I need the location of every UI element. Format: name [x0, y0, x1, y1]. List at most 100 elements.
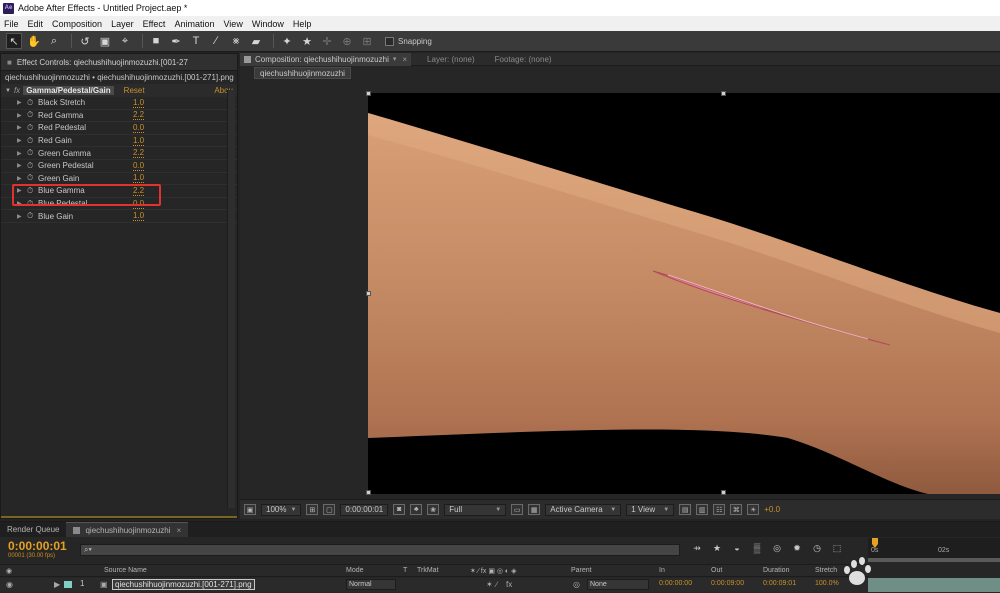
- auto-keyframe-icon[interactable]: ◷: [810, 543, 824, 556]
- graph-editor-icon[interactable]: ⬚: [830, 543, 844, 556]
- selection-tool-icon[interactable]: ↖: [6, 33, 22, 49]
- pen-tool-icon[interactable]: ✒: [168, 33, 184, 49]
- layer-in-time[interactable]: 0:00:00:00: [659, 580, 692, 587]
- text-tool-icon[interactable]: T: [188, 33, 204, 49]
- stopwatch-icon[interactable]: ⏱: [27, 161, 38, 171]
- layer-mode-dropdown[interactable]: Normal: [346, 579, 396, 590]
- chevron-right-icon[interactable]: ▶: [17, 99, 27, 106]
- chevron-right-icon[interactable]: ▶: [17, 137, 27, 144]
- rotation-tool-icon[interactable]: ↺: [77, 33, 93, 49]
- chevron-right-icon[interactable]: ▶: [17, 112, 27, 119]
- resolution-dropdown[interactable]: Full ▼: [444, 503, 507, 516]
- param-blue-gain[interactable]: ▶ ⏱ Blue Gain 1.0: [1, 210, 237, 223]
- close-icon[interactable]: ×: [176, 526, 181, 535]
- layer-stretch[interactable]: 100.0%: [815, 580, 839, 587]
- tab-menu-icon[interactable]: ▾: [393, 55, 397, 63]
- camera-view-dropdown[interactable]: Active Camera ▼: [545, 503, 622, 516]
- pan-behind-tool-icon[interactable]: ⌖: [117, 33, 133, 49]
- param-green-gamma[interactable]: ▶ ⏱ Green Gamma 2.2: [1, 147, 237, 160]
- tab-composition[interactable]: Composition: qiechushihuojinmozuzhi ▾ ×: [240, 52, 412, 66]
- axis-mode-icon[interactable]: ✛: [319, 33, 335, 49]
- current-time-display[interactable]: 0:00:00:01: [340, 503, 389, 516]
- snapshot-camera-icon[interactable]: ◙: [393, 504, 406, 515]
- magnification-dropdown[interactable]: 100% ▼: [261, 503, 302, 516]
- stopwatch-icon[interactable]: ⏱: [27, 211, 38, 221]
- menu-edit[interactable]: Edit: [28, 19, 44, 29]
- param-value[interactable]: 1.0: [133, 98, 145, 108]
- param-value[interactable]: 1.0: [133, 211, 145, 222]
- toggle-pixel-aspect-icon[interactable]: ▤: [679, 504, 692, 515]
- eraser-tool-icon[interactable]: ▰: [248, 33, 264, 49]
- composition-mini-flowchart-icon[interactable]: ⇸: [690, 543, 704, 556]
- timeline-current-time[interactable]: 0:00:00:01: [8, 539, 67, 553]
- layer-out-time[interactable]: 0:00:09:00: [711, 580, 744, 587]
- stopwatch-icon[interactable]: ⏱: [27, 136, 38, 146]
- timeline-icon[interactable]: ☷: [713, 504, 726, 515]
- menu-help[interactable]: Help: [293, 19, 312, 29]
- rectangle-tool-icon[interactable]: ■: [148, 33, 164, 49]
- tab-timeline-comp[interactable]: qiechushihuojinmozuzhi ×: [66, 522, 189, 537]
- timeline-layer-row[interactable]: ◉ ▶ 1 ▣ qiechushihuojinmozuzhi.[001-271]…: [0, 578, 868, 592]
- tab-footage[interactable]: Footage: (none): [491, 53, 556, 66]
- param-red-pedestal[interactable]: ▶ ⏱ Red Pedestal 0.0: [1, 122, 237, 135]
- draft-3d-icon[interactable]: ★: [710, 543, 724, 556]
- tab-layer[interactable]: Layer: (none): [423, 53, 479, 66]
- comp-flowchart-icon[interactable]: ⌘: [730, 504, 743, 515]
- menu-composition[interactable]: Composition: [52, 19, 102, 29]
- stopwatch-icon[interactable]: ⏱: [27, 173, 38, 183]
- eye-icon[interactable]: ◉: [6, 580, 13, 589]
- effect-header[interactable]: ▼ fx Gamma/Pedestal/Gain Reset Abou: [1, 84, 237, 97]
- expand-layer-icon[interactable]: ▶: [54, 580, 60, 589]
- comp-navigator-button[interactable]: qiechushihuojinmozuzhi: [254, 67, 351, 79]
- brainstorm-icon[interactable]: ✹: [790, 543, 804, 556]
- frame-blending-icon[interactable]: ▒: [750, 543, 764, 556]
- column-trkmat[interactable]: TrkMat: [417, 567, 439, 574]
- param-red-gamma[interactable]: ▶ ⏱ Red Gamma 2.2: [1, 110, 237, 123]
- close-icon[interactable]: ×: [402, 55, 407, 64]
- stopwatch-icon[interactable]: ⏱: [27, 148, 38, 158]
- transparency-grid-icon[interactable]: ▦: [528, 504, 541, 515]
- menu-effect[interactable]: Effect: [143, 19, 166, 29]
- layer-source-name[interactable]: qiechushihuojinmozuzhi.[001-271].png: [112, 579, 255, 590]
- transform-handle[interactable]: [366, 91, 371, 96]
- param-value[interactable]: 1.0: [133, 136, 145, 146]
- transform-handle[interactable]: [366, 291, 371, 296]
- chevron-down-icon[interactable]: ▼: [5, 88, 11, 94]
- fx-icon[interactable]: fx: [14, 86, 20, 95]
- chevron-right-icon[interactable]: ▶: [17, 124, 27, 131]
- column-parent[interactable]: Parent: [571, 567, 592, 574]
- composition-viewer[interactable]: [368, 93, 1000, 494]
- view-layout-dropdown[interactable]: 1 View ▼: [626, 503, 675, 516]
- transform-handle[interactable]: [366, 490, 371, 495]
- param-value[interactable]: 2.2: [133, 148, 145, 159]
- menu-file[interactable]: File: [4, 19, 19, 29]
- stopwatch-icon[interactable]: ⏱: [27, 98, 38, 108]
- motion-blur-icon[interactable]: ◎: [770, 543, 784, 556]
- zoom-tool-icon[interactable]: ⌕: [46, 33, 62, 49]
- quality-switch-icon[interactable]: ∕: [496, 580, 497, 589]
- layer-parent-dropdown[interactable]: None: [587, 579, 649, 590]
- column-t[interactable]: T: [403, 567, 407, 574]
- snapping-checkbox[interactable]: [385, 36, 394, 46]
- parent-pickwhip-icon[interactable]: ◎: [573, 580, 580, 589]
- effect-controls-tab[interactable]: ■ Effect Controls: qiechushihuojinmozuzh…: [1, 54, 237, 71]
- view-axis-icon[interactable]: ⊞: [359, 33, 375, 49]
- camera-orbit-tool-icon[interactable]: ▣: [97, 33, 113, 49]
- column-in[interactable]: In: [659, 567, 665, 574]
- reset-exposure-icon[interactable]: ☀: [747, 504, 760, 515]
- chevron-right-icon[interactable]: ▶: [17, 150, 27, 157]
- mask-visibility-icon[interactable]: ▢: [323, 504, 336, 515]
- stopwatch-icon[interactable]: ⏱: [27, 123, 38, 133]
- tab-render-queue[interactable]: Render Queue: [0, 522, 66, 537]
- close-icon[interactable]: ■: [7, 58, 12, 67]
- layer-duration[interactable]: 0:00:09:01: [763, 580, 796, 587]
- layer-search-input[interactable]: ⌕▾: [80, 544, 680, 556]
- column-stretch[interactable]: Stretch: [815, 567, 837, 574]
- hand-tool-icon[interactable]: ✋: [26, 33, 42, 49]
- puppet-pin-tool-icon[interactable]: ★: [299, 33, 315, 49]
- chevron-right-icon[interactable]: ▶: [17, 162, 27, 169]
- param-value[interactable]: 2.2: [133, 110, 145, 121]
- roto-brush-tool-icon[interactable]: ✦: [279, 33, 295, 49]
- exposure-value[interactable]: +0.0: [764, 505, 780, 514]
- effect-reset-link[interactable]: Reset: [124, 86, 145, 95]
